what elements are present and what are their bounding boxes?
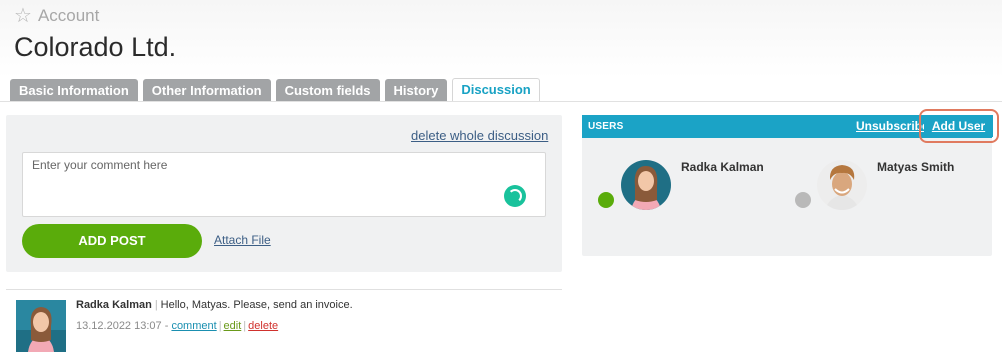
users-title: USERS	[588, 121, 624, 132]
tab-other-information[interactable]: Other Information	[142, 79, 271, 102]
status-offline-icon	[795, 192, 811, 208]
tab-custom-fields[interactable]: Custom fields	[275, 79, 380, 102]
loading-spinner-icon	[504, 185, 526, 207]
add-post-button[interactable]: ADD POST	[22, 224, 202, 258]
page-title: Colorado Ltd.	[14, 32, 177, 62]
tab-divider	[0, 101, 1002, 102]
unsubscribe-link[interactable]: Unsubscribe	[856, 119, 929, 133]
tab-history[interactable]: History	[384, 79, 448, 102]
comment-input[interactable]: Enter your comment here	[22, 152, 546, 217]
breadcrumb: ☆ Account	[14, 6, 99, 26]
post-author: Radka Kalman	[76, 299, 152, 311]
avatar	[16, 300, 66, 352]
post-edit-link[interactable]: edit	[224, 320, 242, 332]
post-timestamp: 13.12.2022 13:07	[76, 320, 162, 332]
post-comment-link[interactable]: comment	[171, 320, 216, 332]
user-name: Radka Kalman	[681, 160, 764, 174]
user-name: Matyas Smith	[877, 160, 955, 174]
post-text: Hello, Matyas. Please, send an invoice.	[160, 299, 353, 311]
add-user-button[interactable]: Add User	[924, 115, 993, 137]
delete-discussion-link[interactable]: delete whole discussion	[411, 128, 548, 143]
tab-basic-information[interactable]: Basic Information	[10, 79, 138, 102]
post-footer: 13.12.2022 13:07 - comment | edit | delete	[76, 320, 279, 332]
breadcrumb-label: Account	[37, 6, 100, 25]
post-delete-link[interactable]: delete	[248, 320, 278, 332]
attach-file-link[interactable]: Attach File	[214, 233, 271, 247]
post-header: Radka Kalman | Hello, Matyas. Please, send…	[76, 299, 353, 311]
avatar	[817, 160, 867, 210]
tab-discussion[interactable]: Discussion	[452, 78, 540, 102]
avatar	[621, 160, 671, 210]
post-dash: -	[164, 320, 169, 332]
post-divider	[6, 289, 562, 290]
tab-bar: Basic Information Other Information Cust…	[10, 78, 540, 102]
status-online-icon	[598, 192, 614, 208]
star-icon[interactable]: ☆	[14, 6, 32, 26]
